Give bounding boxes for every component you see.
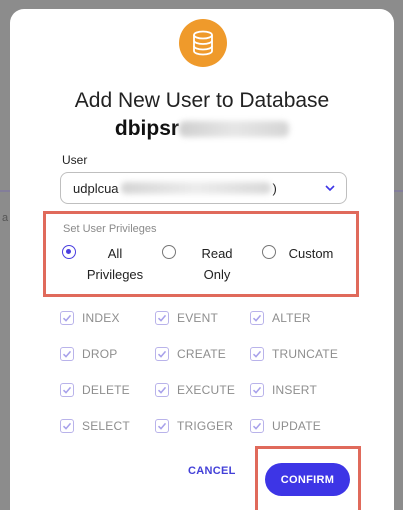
privilege-checkbox-update[interactable]: UPDATE bbox=[250, 419, 321, 433]
modal-title: Add New User to Database bbox=[74, 89, 330, 112]
checkbox-label: DROP bbox=[82, 347, 118, 361]
user-select-value-suffix: ) bbox=[272, 180, 277, 196]
radio-label-line: All bbox=[107, 246, 123, 261]
privilege-checkbox-alter[interactable]: ALTER bbox=[250, 311, 311, 325]
checkbox-label: DELETE bbox=[82, 383, 130, 397]
database-name-text: dbipsr bbox=[114, 117, 180, 140]
check-icon bbox=[60, 383, 74, 397]
check-icon bbox=[155, 419, 169, 433]
privilege-checkbox-drop[interactable]: DROP bbox=[60, 347, 117, 361]
checkbox-label: CREATE bbox=[177, 347, 226, 361]
privileges-group: Set User Privileges All Privileges Read … bbox=[43, 211, 359, 297]
privilege-checkbox-create[interactable]: CREATE bbox=[155, 347, 226, 361]
privilege-checkbox-delete[interactable]: DELETE bbox=[60, 383, 130, 397]
database-name: dbipsr bbox=[10, 117, 394, 141]
radio-label-line: Custom bbox=[288, 246, 334, 261]
privileges-title: Set User Privileges bbox=[63, 223, 157, 235]
radio-custom[interactable] bbox=[262, 245, 276, 259]
radio-custom-label[interactable]: Custom bbox=[282, 243, 340, 264]
user-select[interactable]: udplcua ) bbox=[60, 172, 347, 204]
checkbox-label: SELECT bbox=[82, 419, 130, 433]
background-text: a bbox=[2, 212, 9, 224]
checkbox-label: UPDATE bbox=[272, 419, 321, 433]
privilege-checkbox-index[interactable]: INDEX bbox=[60, 311, 120, 325]
check-icon bbox=[155, 383, 169, 397]
checkbox-label: EVENT bbox=[177, 311, 219, 325]
chevron-down-icon bbox=[325, 185, 335, 192]
privilege-checkbox-execute[interactable]: EXECUTE bbox=[155, 383, 235, 397]
radio-read-only[interactable] bbox=[162, 245, 176, 259]
privilege-checkbox-truncate[interactable]: TRUNCATE bbox=[250, 347, 338, 361]
checkbox-label: ALTER bbox=[272, 311, 311, 325]
check-icon bbox=[155, 347, 169, 361]
radio-all-privileges-label[interactable]: All Privileges bbox=[82, 243, 148, 285]
checkbox-label: TRUNCATE bbox=[272, 347, 339, 361]
check-icon bbox=[250, 347, 264, 361]
check-icon bbox=[60, 419, 74, 433]
user-select-value: udplcua bbox=[73, 180, 119, 196]
cancel-button[interactable]: CANCEL bbox=[188, 465, 236, 477]
confirm-highlight: CONFIRM bbox=[255, 446, 361, 510]
database-icon bbox=[179, 19, 227, 67]
check-icon bbox=[250, 311, 264, 325]
checkbox-label: INDEX bbox=[82, 311, 120, 325]
redacted-text bbox=[179, 121, 290, 138]
radio-all-privileges[interactable] bbox=[62, 245, 76, 259]
confirm-button[interactable]: CONFIRM bbox=[265, 463, 350, 496]
privilege-checkbox-event[interactable]: EVENT bbox=[155, 311, 218, 325]
check-icon bbox=[60, 347, 74, 361]
radio-label-line: Only bbox=[203, 267, 231, 282]
check-icon bbox=[250, 419, 264, 433]
privilege-checkbox-insert[interactable]: INSERT bbox=[250, 383, 317, 397]
user-label: User bbox=[62, 153, 88, 167]
radio-read-only-label[interactable]: Read Only bbox=[192, 243, 242, 285]
check-icon bbox=[155, 311, 169, 325]
check-icon bbox=[250, 383, 264, 397]
radio-label-line: Read bbox=[201, 246, 233, 261]
privilege-checkbox-trigger[interactable]: TRIGGER bbox=[155, 419, 233, 433]
checkbox-label: TRIGGER bbox=[177, 419, 234, 433]
checkbox-label: INSERT bbox=[272, 383, 317, 397]
privilege-checkbox-select[interactable]: SELECT bbox=[60, 419, 130, 433]
radio-label-line: Privileges bbox=[86, 267, 144, 282]
check-icon bbox=[60, 311, 74, 325]
redacted-text bbox=[120, 182, 271, 194]
checkbox-label: EXECUTE bbox=[177, 383, 236, 397]
add-user-modal: Add New User to Database dbipsr User udp… bbox=[10, 9, 394, 510]
